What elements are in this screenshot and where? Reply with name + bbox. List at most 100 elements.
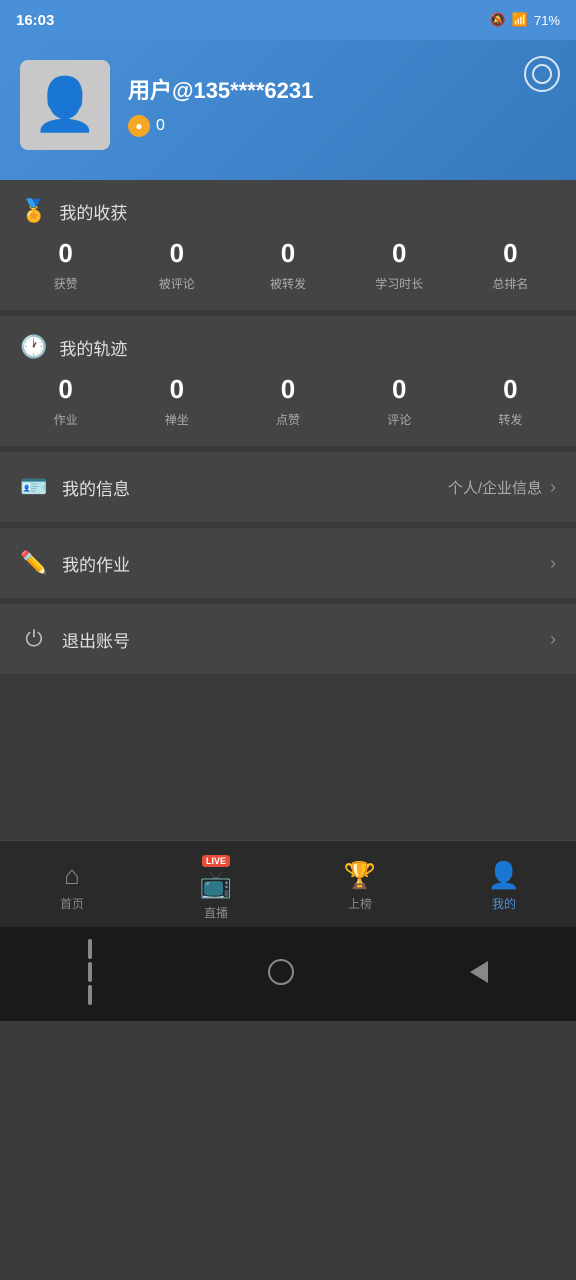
nav-mine-label: 我的: [492, 895, 516, 912]
gains-icon: 🏅: [20, 198, 47, 224]
settings-circle: [532, 64, 552, 84]
my-homework-right: ›: [550, 553, 556, 574]
track-comments-label: 评论: [387, 411, 411, 428]
settings-button[interactable]: [524, 56, 560, 92]
nav-home-icon-wrapper: ⌂: [64, 860, 80, 891]
track-meditation-value: 0: [170, 374, 184, 405]
line3: [88, 985, 92, 1005]
stat-likes: 0 获赞: [10, 238, 121, 292]
logout-chevron: ›: [550, 629, 556, 650]
track-comments-value: 0: [392, 374, 406, 405]
track-title: 我的轨迹: [59, 335, 127, 360]
rank-icon: 🏆: [344, 860, 376, 891]
track-reposts-value: 0: [503, 374, 517, 405]
stat-likes-value: 0: [58, 238, 72, 269]
coin-value: 0: [156, 117, 165, 135]
logout-right: ›: [550, 629, 556, 650]
track-likes-value: 0: [281, 374, 295, 405]
recent-apps-button[interactable]: [88, 939, 92, 1005]
recent-apps-icon: [88, 939, 92, 1005]
logout-label: 退出账号: [62, 627, 130, 652]
track-comments: 0 评论: [344, 374, 455, 428]
nav-mine[interactable]: 👤 我的: [432, 860, 576, 912]
nav-home-label: 首页: [60, 895, 84, 912]
live-badge: LIVE: [202, 855, 230, 867]
my-homework-item[interactable]: ✏️ 我的作业 ›: [0, 528, 576, 598]
stat-rank-value: 0: [503, 238, 517, 269]
track-stats-row: 0 作业 0 禅坐 0 点赞 0 评论 0 转发: [0, 374, 576, 446]
bottom-nav: ⌂ 首页 LIVE 📺 直播 🏆 上榜 👤 我的: [0, 840, 576, 927]
gains-stats-row: 0 获赞 0 被评论 0 被转发 0 学习时长 0 总排名: [0, 238, 576, 310]
stat-comments-value: 0: [170, 238, 184, 269]
stat-rank-label: 总排名: [492, 275, 528, 292]
homework-chevron: ›: [550, 553, 556, 574]
home-circle-icon: [268, 959, 294, 985]
my-track-header: 🕐 我的轨迹: [0, 316, 576, 374]
nav-home[interactable]: ⌂ 首页: [0, 860, 144, 912]
nav-live-icon-wrapper: LIVE 📺: [200, 851, 232, 900]
status-time: 16:03: [16, 12, 54, 29]
line1: [88, 939, 92, 959]
battery-text: 71%: [534, 13, 560, 28]
my-gains-header: 🏅 我的收获: [0, 180, 576, 238]
track-meditation: 0 禅坐: [121, 374, 232, 428]
home-button[interactable]: [268, 959, 294, 985]
my-info-label: 我的信息: [62, 475, 130, 500]
my-gains-section: 🏅 我的收获 0 获赞 0 被评论 0 被转发 0 学习时长 0 总排名: [0, 180, 576, 316]
system-nav-bar: [0, 927, 576, 1021]
gains-title: 我的收获: [59, 199, 127, 224]
line2: [88, 962, 92, 982]
logout-card: ⏻ 退出账号 ›: [0, 604, 576, 680]
profile-username: 用户@135****6231: [128, 73, 556, 105]
live-icon: 📺: [200, 869, 232, 900]
stat-likes-label: 获赞: [54, 275, 78, 292]
back-button[interactable]: [470, 961, 488, 983]
my-info-subtitle: 个人/企业信息: [448, 477, 542, 498]
my-info-item[interactable]: 🪪 我的信息 个人/企业信息 ›: [0, 452, 576, 522]
stat-comments-label: 被评论: [159, 275, 195, 292]
stat-reposts: 0 被转发: [232, 238, 343, 292]
track-likes-label: 点赞: [276, 411, 300, 428]
nav-live-label: 直播: [204, 904, 228, 921]
mute-icon: 🔕: [490, 12, 506, 28]
my-homework-card: ✏️ 我的作业 ›: [0, 528, 576, 604]
status-bar: 16:03 🔕 📶 71%: [0, 0, 576, 40]
info-chevron: ›: [550, 477, 556, 498]
nav-rank-label: 上榜: [348, 895, 372, 912]
my-homework-left: ✏️ 我的作业: [20, 550, 130, 576]
stat-reposts-label: 被转发: [270, 275, 306, 292]
logout-item[interactable]: ⏻ 退出账号 ›: [0, 604, 576, 674]
track-likes: 0 点赞: [232, 374, 343, 428]
my-info-left: 🪪 我的信息: [20, 474, 130, 500]
my-track-section: 🕐 我的轨迹 0 作业 0 禅坐 0 点赞 0 评论 0 转发: [0, 316, 576, 452]
track-reposts-label: 转发: [498, 411, 522, 428]
stat-study-time-value: 0: [392, 238, 406, 269]
logout-left: ⏻ 退出账号: [20, 626, 130, 652]
track-homework-value: 0: [58, 374, 72, 405]
stat-comments: 0 被评论: [121, 238, 232, 292]
empty-space: [0, 680, 576, 840]
track-homework-label: 作业: [54, 411, 78, 428]
coin-icon: ●: [128, 115, 150, 137]
track-icon: 🕐: [20, 334, 47, 360]
avatar[interactable]: 👤: [20, 60, 110, 150]
nav-live[interactable]: LIVE 📺 直播: [144, 851, 288, 921]
my-info-right: 个人/企业信息 ›: [448, 477, 556, 498]
stat-study-time-label: 学习时长: [375, 275, 423, 292]
back-arrow-icon: [470, 961, 488, 983]
nav-rank[interactable]: 🏆 上榜: [288, 860, 432, 912]
homework-icon: ✏️: [20, 550, 48, 576]
nav-mine-icon-wrapper: 👤: [488, 860, 520, 891]
track-reposts: 0 转发: [455, 374, 566, 428]
track-homework: 0 作业: [10, 374, 121, 428]
wifi-icon: 📶: [512, 12, 528, 28]
stat-reposts-value: 0: [281, 238, 295, 269]
status-icons: 🔕 📶 71%: [490, 12, 560, 28]
avatar-icon: 👤: [33, 79, 98, 131]
nav-rank-icon-wrapper: 🏆: [344, 860, 376, 891]
mine-icon: 👤: [488, 860, 520, 891]
stat-study-time: 0 学习时长: [344, 238, 455, 292]
logout-icon: ⏻: [20, 626, 48, 652]
profile-header: 👤 用户@135****6231 ● 0: [0, 40, 576, 180]
profile-info: 用户@135****6231 ● 0: [128, 73, 556, 137]
